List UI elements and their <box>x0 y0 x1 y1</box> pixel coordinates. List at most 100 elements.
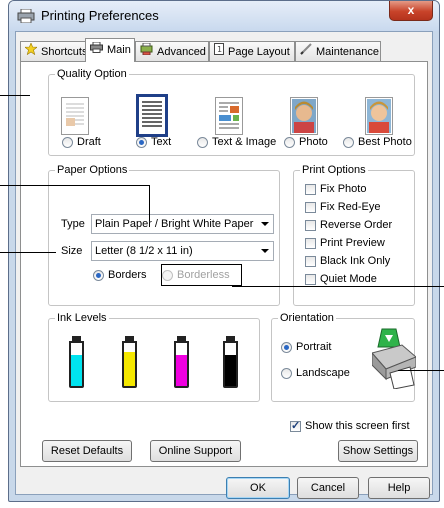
tab-shortcuts-label: Shortcuts <box>41 46 88 58</box>
tab-page-layout-label: Page Layout <box>228 46 290 58</box>
online-support-button[interactable]: Online Support <box>150 440 241 462</box>
portrait-option[interactable]: Portrait <box>281 341 331 353</box>
tab-maintenance[interactable]: Maintenance <box>295 41 381 61</box>
orientation-group: Orientation Portrait Landscape <box>271 312 416 402</box>
photo-radio[interactable] <box>284 136 295 148</box>
tab-maintenance-label: Maintenance <box>316 46 379 58</box>
paper-type-label: Type <box>61 218 85 230</box>
ink-level-fill <box>71 355 82 386</box>
main-tab-panel: Quality Option Draft Text Text & Image P… <box>20 61 428 467</box>
quiet-mode-label: Quiet Mode <box>320 273 377 285</box>
paper-type-select[interactable]: Plain Paper / Bright White Paper <box>91 214 274 234</box>
reset-defaults-button[interactable]: Reset Defaults <box>42 440 132 462</box>
borders-option[interactable]: Borders <box>93 269 147 281</box>
page-layout-icon: 1 <box>214 42 224 62</box>
landscape-label: Landscape <box>296 367 350 379</box>
title-bar[interactable]: Printing Preferences x <box>9 1 439 31</box>
callout-line-type-vertical <box>149 185 150 221</box>
tab-main[interactable]: Main <box>85 38 135 62</box>
fix-red-eye-checkbox[interactable] <box>305 201 316 213</box>
quiet-mode-option[interactable]: Quiet Mode <box>305 273 377 285</box>
tab-advanced-label: Advanced <box>157 46 206 58</box>
black-ink-only-option[interactable]: Black Ink Only <box>305 255 390 267</box>
paper-size-select[interactable]: Letter (8 1/2 x 11 in) <box>91 241 274 261</box>
fix-photo-option[interactable]: Fix Photo <box>305 183 366 195</box>
callout-line-type <box>0 185 150 186</box>
fix-photo-label: Fix Photo <box>320 183 367 195</box>
show-screen-first-option[interactable]: Show this screen first <box>290 419 410 432</box>
landscape-radio[interactable] <box>281 367 292 379</box>
printer-icon <box>17 9 35 23</box>
quality-option-group: Quality Option Draft Text Text & Image P… <box>48 68 415 156</box>
text-image-quality-icon[interactable] <box>215 97 243 135</box>
print-preview-label: Print Preview <box>320 237 385 249</box>
portrait-label: Portrait <box>296 341 332 353</box>
portrait-radio[interactable] <box>281 341 292 353</box>
black-ink-only-checkbox[interactable] <box>305 255 316 267</box>
black-ink-only-label: Black Ink Only <box>320 255 391 267</box>
borderless-callout-box <box>161 264 242 286</box>
fix-red-eye-option[interactable]: Fix Red-Eye <box>305 201 381 213</box>
print-preview-option[interactable]: Print Preview <box>305 237 385 249</box>
orientation-label: Orientation <box>278 312 336 324</box>
tab-main-label: Main <box>107 44 131 56</box>
landscape-option[interactable]: Landscape <box>281 367 350 379</box>
show-screen-first-label: Show this screen first <box>305 420 410 432</box>
printing-preferences-window: Printing Preferences x Shortcuts Main Ad… <box>8 0 440 502</box>
paper-type-value: Plain Paper / Bright White Paper <box>95 218 254 230</box>
text-quality-icon[interactable] <box>136 94 168 137</box>
photo-quality-icon[interactable] <box>290 97 318 135</box>
cyan-ink-cartridge <box>69 341 84 388</box>
ok-button[interactable]: OK <box>226 477 290 499</box>
svg-text:1: 1 <box>217 45 222 54</box>
fix-photo-checkbox[interactable] <box>305 183 316 195</box>
dialog-client-area: Shortcuts Main Advanced 1 Page Layout Mai… <box>15 31 433 499</box>
ink-level-fill <box>225 355 236 386</box>
printer-icon <box>90 39 103 61</box>
quality-text-option[interactable]: Text <box>136 136 171 148</box>
printer-orientation-icon <box>372 328 416 389</box>
quality-text-image-option[interactable]: Text & Image <box>197 136 276 148</box>
callout-line-size <box>0 252 56 253</box>
yellow-ink-cartridge <box>122 341 137 388</box>
cancel-button[interactable]: Cancel <box>297 477 359 499</box>
print-options-label: Print Options <box>300 164 368 176</box>
text-image-radio[interactable] <box>197 136 208 148</box>
paper-size-value: Letter (8 1/2 x 11 in) <box>95 245 193 257</box>
photo-label: Photo <box>299 136 328 148</box>
best-photo-radio[interactable] <box>343 136 354 148</box>
borders-radio[interactable] <box>93 269 104 281</box>
tab-page-layout[interactable]: 1 Page Layout <box>209 41 295 61</box>
text-radio[interactable] <box>136 136 147 148</box>
draft-quality-icon[interactable] <box>61 97 89 135</box>
show-screen-first-checkbox[interactable] <box>290 419 301 432</box>
window-title: Printing Preferences <box>41 8 159 23</box>
quiet-mode-checkbox[interactable] <box>305 273 316 285</box>
best-photo-label: Best Photo <box>358 136 412 148</box>
fix-red-eye-label: Fix Red-Eye <box>320 201 381 213</box>
best-photo-quality-icon[interactable] <box>365 97 393 135</box>
draft-label: Draft <box>77 136 101 148</box>
paper-options-label: Paper Options <box>55 164 130 176</box>
black-ink-cartridge <box>223 341 238 388</box>
ink-levels-label: Ink Levels <box>55 312 109 324</box>
show-settings-button[interactable]: Show Settings <box>338 440 418 462</box>
tab-advanced[interactable]: Advanced <box>135 41 209 61</box>
paper-size-label: Size <box>61 245 83 257</box>
quality-draft-option[interactable]: Draft <box>62 136 101 148</box>
quality-best-photo-option[interactable]: Best Photo <box>343 136 412 148</box>
quality-photo-option[interactable]: Photo <box>284 136 328 148</box>
callout-line-print-options <box>232 286 444 287</box>
pencil-icon <box>300 42 312 62</box>
chevron-down-icon <box>261 249 269 253</box>
print-preview-checkbox[interactable] <box>305 237 316 249</box>
help-button[interactable]: Help <box>368 477 430 499</box>
reverse-order-option[interactable]: Reverse Order <box>305 219 392 231</box>
reverse-order-checkbox[interactable] <box>305 219 316 231</box>
close-button[interactable]: x <box>389 1 433 21</box>
reverse-order-label: Reverse Order <box>320 219 393 231</box>
draft-radio[interactable] <box>62 136 73 148</box>
magenta-ink-cartridge <box>174 341 189 388</box>
ink-level-fill <box>176 355 187 386</box>
tab-shortcuts[interactable]: Shortcuts <box>20 41 88 61</box>
